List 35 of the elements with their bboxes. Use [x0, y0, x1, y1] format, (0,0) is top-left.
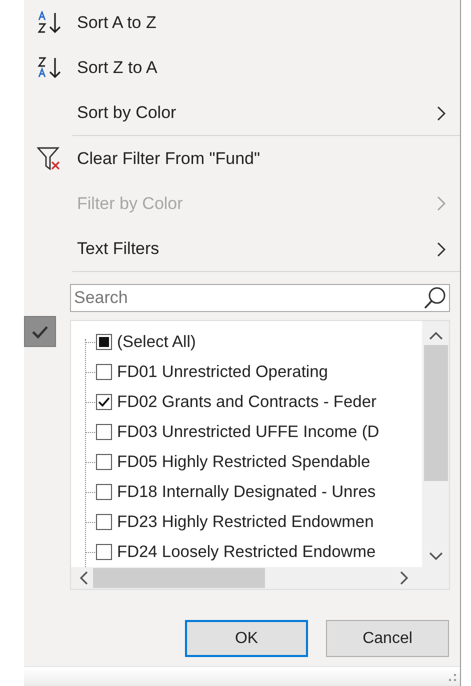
- cancel-button[interactable]: Cancel: [326, 620, 449, 657]
- menu-item[interactable]: Sort A to Z: [24, 0, 460, 45]
- sort-ascending-icon: [37, 10, 63, 34]
- checkbox[interactable]: [96, 454, 112, 470]
- value-label: FD18 Internally Designated - Unres: [117, 482, 376, 503]
- chevron-right-icon: [437, 106, 446, 120]
- value-label: FD01 Unrestricted Operating: [117, 362, 328, 383]
- ok-button[interactable]: OK: [185, 620, 308, 657]
- checkbox[interactable]: [96, 364, 112, 380]
- vertical-scrollbar[interactable]: [422, 321, 449, 567]
- chevron-right-icon: [437, 196, 446, 211]
- sort-descending-icon: [37, 56, 63, 80]
- menu-item[interactable]: Clear Filter From "Fund": [24, 136, 460, 181]
- checkbox[interactable]: [96, 334, 112, 350]
- menu-item[interactable]: Sort Z to A: [24, 45, 460, 90]
- checkbox[interactable]: [96, 544, 112, 560]
- scroll-up-icon[interactable]: [428, 331, 442, 341]
- scroll-right-icon[interactable]: [399, 571, 409, 585]
- horizontal-scrollbar[interactable]: [71, 567, 449, 589]
- search-icon: [423, 286, 447, 310]
- checkbox[interactable]: [96, 514, 112, 530]
- checkbox[interactable]: [96, 424, 112, 440]
- value-label: FD23 Highly Restricted Endowmen: [117, 512, 374, 533]
- value-label: FD02 Grants and Contracts - Feder: [117, 392, 377, 413]
- value-label: (Select All): [117, 332, 196, 353]
- search-field[interactable]: Search: [70, 284, 450, 312]
- scroll-left-icon[interactable]: [79, 571, 89, 585]
- chevron-right-icon: [437, 242, 446, 256]
- scroll-down-icon[interactable]: [428, 551, 442, 561]
- resize-grip-icon[interactable]: [447, 673, 457, 683]
- checkbox[interactable]: [96, 394, 112, 410]
- value-label: FD24 Loosely Restricted Endowme: [117, 542, 376, 563]
- value-label: FD03 Unrestricted UFFE Income (D: [117, 422, 380, 443]
- checkbox[interactable]: [96, 484, 112, 500]
- value-label: FD05 Highly Restricted Spendable: [117, 452, 370, 473]
